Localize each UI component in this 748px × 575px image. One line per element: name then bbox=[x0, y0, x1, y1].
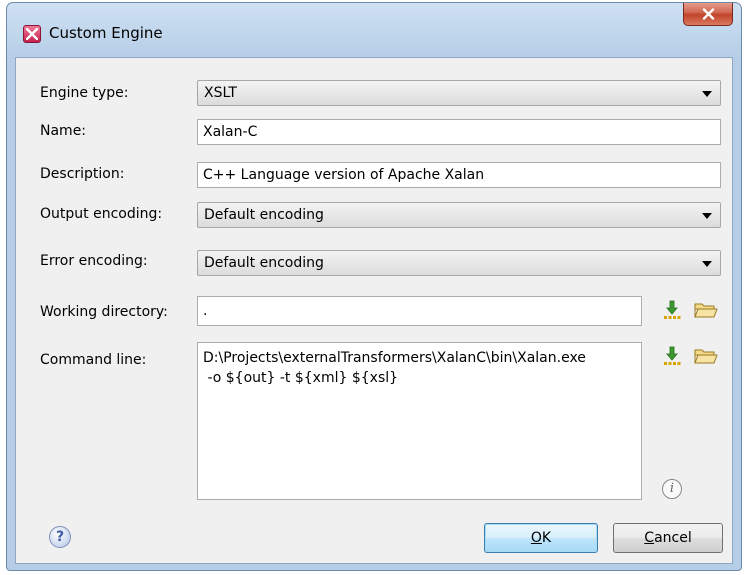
close-button[interactable] bbox=[683, 3, 733, 26]
output-encoding-value: Default encoding bbox=[204, 207, 324, 223]
ok-access-key: O bbox=[530, 530, 542, 546]
info-icon[interactable]: i bbox=[662, 479, 682, 499]
chevron-down-icon bbox=[702, 261, 712, 267]
working-directory-field[interactable]: . bbox=[197, 296, 642, 326]
insert-editor-variables-icon bbox=[664, 300, 681, 319]
insert-editor-variables-button[interactable] bbox=[662, 299, 682, 321]
chevron-down-icon bbox=[702, 91, 712, 97]
browse-folder-button[interactable] bbox=[693, 299, 719, 321]
window-title: Custom Engine bbox=[49, 24, 163, 42]
name-label: Name: bbox=[40, 123, 87, 139]
title-bar: Custom Engine bbox=[7, 3, 741, 57]
insert-editor-variables-button[interactable] bbox=[662, 345, 682, 367]
insert-editor-variables-icon bbox=[664, 346, 681, 365]
description-field[interactable]: C++ Language version of Apache Xalan bbox=[197, 162, 721, 188]
engine-type-combo[interactable]: XSLT bbox=[197, 80, 721, 106]
output-encoding-combo[interactable]: Default encoding bbox=[197, 202, 721, 228]
output-encoding-label: Output encoding: bbox=[40, 206, 163, 222]
error-encoding-label: Error encoding: bbox=[40, 253, 148, 269]
ok-button[interactable]: OK bbox=[484, 523, 598, 553]
engine-type-value: XSLT bbox=[204, 85, 237, 101]
description-value: C++ Language version of Apache Xalan bbox=[203, 167, 485, 183]
command-line-label: Command line: bbox=[40, 352, 147, 368]
folder-open-icon bbox=[694, 349, 718, 364]
name-value: Xalan-C bbox=[203, 124, 258, 140]
name-field[interactable]: Xalan-C bbox=[197, 119, 721, 145]
browse-folder-button[interactable] bbox=[693, 345, 719, 367]
working-directory-value: . bbox=[203, 303, 208, 319]
command-line-textarea[interactable]: D:\Projects\externalTransformers\XalanC\… bbox=[197, 342, 642, 500]
description-label: Description: bbox=[40, 166, 125, 182]
dialog-body: Engine type: XSLT Name: Xalan-C Descript… bbox=[15, 57, 733, 564]
cancel-label-rest: ancel bbox=[654, 530, 692, 546]
help-icon[interactable]: ? bbox=[49, 526, 71, 548]
engine-type-label: Engine type: bbox=[40, 85, 129, 101]
command-line-text-line: -o ${out} -t ${xml} ${xsl} bbox=[203, 370, 399, 386]
close-icon bbox=[702, 8, 715, 20]
app-icon bbox=[23, 25, 41, 43]
cancel-button[interactable]: Cancel bbox=[613, 523, 723, 553]
working-directory-label: Working directory: bbox=[40, 304, 168, 320]
error-encoding-combo[interactable]: Default encoding bbox=[197, 250, 721, 276]
dialog-window: Custom Engine Engine type: XSLT Name: Xa… bbox=[6, 2, 742, 571]
ok-label-rest: K bbox=[541, 530, 552, 546]
cancel-access-key: C bbox=[644, 530, 655, 546]
error-encoding-value: Default encoding bbox=[204, 255, 324, 271]
folder-open-icon bbox=[694, 303, 718, 318]
command-line-text-line: D:\Projects\externalTransformers\XalanC\… bbox=[203, 350, 586, 366]
chevron-down-icon bbox=[702, 213, 712, 219]
